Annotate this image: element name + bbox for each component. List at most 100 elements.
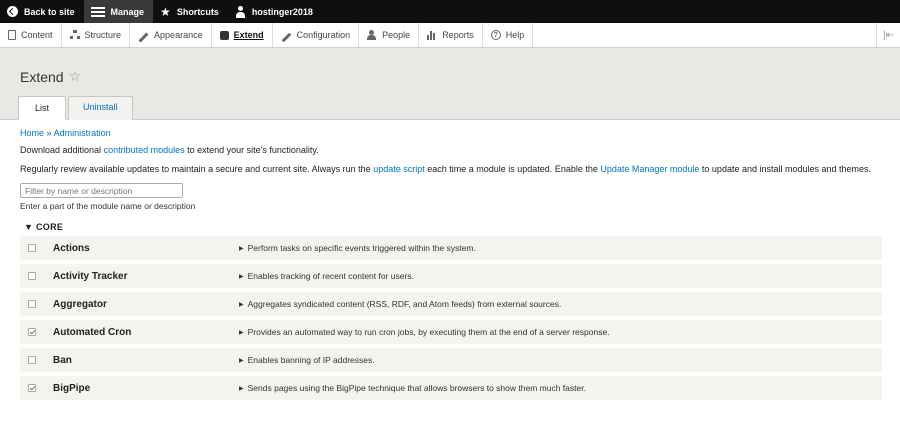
module-checkbox[interactable] (28, 272, 36, 280)
tray-item-configuration[interactable]: Configuration (273, 23, 360, 47)
back-to-site-link[interactable]: Back to site (0, 0, 84, 23)
breadcrumb-separator: » (46, 128, 52, 138)
module-description[interactable]: ▶ Provides an automated way to run cron j… (239, 327, 610, 337)
module-description-text: Provides an automated way to run cron jo… (247, 327, 610, 337)
manage-label: Manage (110, 6, 145, 17)
module-name: Aggregator (53, 298, 107, 310)
expand-triangle-icon: ▶ (239, 357, 244, 364)
core-section-toggle[interactable]: ▼ CORE (24, 222, 880, 232)
tray-label-reports: Reports (442, 30, 474, 40)
back-to-site-label: Back to site (24, 6, 75, 17)
module-description[interactable]: ▶ Aggregates syndicated content (RSS, RDF… (239, 299, 561, 309)
user-icon (235, 5, 246, 18)
expand-triangle-icon: ▶ (239, 385, 244, 392)
page-header: Extend ☆ List Uninstall (0, 48, 900, 120)
tab-uninstall[interactable]: Uninstall (68, 96, 133, 120)
page-title-text: Extend (20, 68, 64, 85)
module-checkbox[interactable] (28, 244, 36, 252)
intro-text: Regularly review available updates to ma… (20, 164, 374, 174)
main-content: Home » Administration Download additiona… (0, 120, 900, 404)
breadcrumb-administration[interactable]: Administration (54, 128, 111, 138)
module-name: Activity Tracker (53, 270, 128, 282)
module-checkbox[interactable] (28, 328, 36, 336)
star-icon: ★ (160, 4, 171, 19)
tab-list[interactable]: List (18, 96, 67, 120)
hamburger-icon (90, 6, 105, 17)
table-row: Aggregator ▶ Aggregates syndicated content… (20, 292, 882, 320)
tray-item-people[interactable]: People (359, 23, 420, 47)
contributed-modules-link[interactable]: contributed modules (104, 145, 185, 155)
tray-item-appearance[interactable]: Appearance (130, 23, 212, 47)
intro-text: to extend your site's functionality. (184, 145, 319, 155)
intro-text: Download additional (20, 145, 104, 155)
manage-tab[interactable]: Manage (83, 0, 154, 23)
expand-triangle-icon: ▶ (239, 273, 244, 280)
table-row: Automated Cron ▶ Provides an automated way… (20, 320, 882, 348)
help-icon: ? (490, 30, 501, 40)
module-description[interactable]: ▶ Sends pages using the BigPipe technique… (239, 383, 586, 393)
table-row: BigPipe ▶ Sends pages using the BigPipe te… (20, 376, 882, 404)
filter-description: Enter a part of the module name or descr… (20, 201, 196, 211)
module-name: Actions (53, 242, 90, 254)
admin-toolbar: Back to site Manage ★ Shortcuts hostinge… (0, 0, 900, 23)
breadcrumb: Home » Administration (20, 128, 880, 138)
primary-tabs: List Uninstall (18, 96, 133, 120)
user-label: hostinger2018 (251, 6, 313, 17)
tray-item-content[interactable]: Content (0, 23, 62, 47)
document-icon (8, 30, 16, 40)
table-row: Actions ▶ Perform tasks on specific events… (20, 236, 882, 264)
bar-chart-icon (427, 30, 437, 40)
module-name: Ban (53, 354, 72, 366)
favorite-star-icon[interactable]: ☆ (69, 68, 82, 85)
update-script-link[interactable]: update script (373, 164, 425, 174)
module-checkbox[interactable] (28, 300, 36, 308)
tray-label-content: Content (21, 30, 53, 40)
expand-triangle-icon: ▶ (239, 329, 244, 336)
tray-item-extend[interactable]: Extend (212, 23, 273, 47)
tray-item-reports[interactable]: Reports (419, 23, 483, 47)
tray-label-people: People (382, 30, 411, 40)
module-name: BigPipe (53, 382, 91, 394)
module-checkbox[interactable] (28, 356, 36, 364)
update-manager-link[interactable]: Update Manager module (600, 164, 699, 174)
shortcuts-label: Shortcuts (176, 6, 219, 17)
tray-label-extend: Extend (233, 30, 264, 40)
people-icon (367, 30, 377, 40)
module-description-text: Perform tasks on specific events trigger… (247, 243, 476, 253)
tray-item-help[interactable]: ? Help (483, 23, 534, 47)
shortcuts-tab[interactable]: ★ Shortcuts (153, 0, 228, 23)
expand-triangle-icon: ▶ (239, 245, 244, 252)
expand-triangle-icon: ▶ (239, 301, 244, 308)
module-description[interactable]: ▶ Perform tasks on specific events trigge… (239, 243, 476, 253)
module-description[interactable]: ▶ Enables tracking of recent content for … (239, 271, 414, 281)
module-checkbox[interactable] (28, 384, 36, 392)
intro-text: to update and install modules and themes… (699, 164, 872, 174)
module-description-text: Sends pages using the BigPipe technique … (247, 383, 586, 393)
tray-label-configuration: Configuration (296, 30, 351, 40)
intro-paragraph-1: Download additional contributed modules … (20, 145, 880, 155)
intro-paragraph-2: Regularly review available updates to ma… (20, 164, 880, 174)
admin-tray: Content Structure Appearance Extend Conf… (0, 23, 900, 48)
intro-text: each time a module is updated. Enable th… (424, 164, 601, 174)
structure-icon (69, 30, 80, 40)
user-tab[interactable]: hostinger2018 (228, 0, 322, 23)
module-filter-input[interactable] (20, 183, 183, 198)
tray-item-structure[interactable]: Structure (62, 23, 131, 47)
back-arrow-icon (7, 6, 18, 17)
module-description-text: Aggregates syndicated content (RSS, RDF,… (247, 299, 562, 309)
puzzle-icon (219, 30, 229, 40)
tray-label-help: Help (505, 30, 525, 40)
table-row: Activity Tracker ▶ Enables tracking of rec… (20, 264, 882, 292)
module-name: Automated Cron (53, 326, 132, 338)
tray-orientation-toggle[interactable]: |⇤ (876, 23, 900, 47)
wrench-icon (281, 32, 292, 42)
module-description-text: Enables tracking of recent content for u… (247, 271, 414, 281)
tray-label-structure: Structure (84, 30, 122, 40)
paintbrush-icon (138, 32, 149, 42)
orientation-icon: |⇤ (883, 29, 894, 41)
tray-label-appearance: Appearance (154, 30, 203, 40)
module-description-text: Enables banning of IP addresses. (247, 355, 375, 365)
module-description[interactable]: ▶ Enables banning of IP addresses. (239, 355, 375, 365)
breadcrumb-home[interactable]: Home (20, 128, 44, 138)
table-row: Ban ▶ Enables banning of IP addresses. (20, 348, 882, 376)
